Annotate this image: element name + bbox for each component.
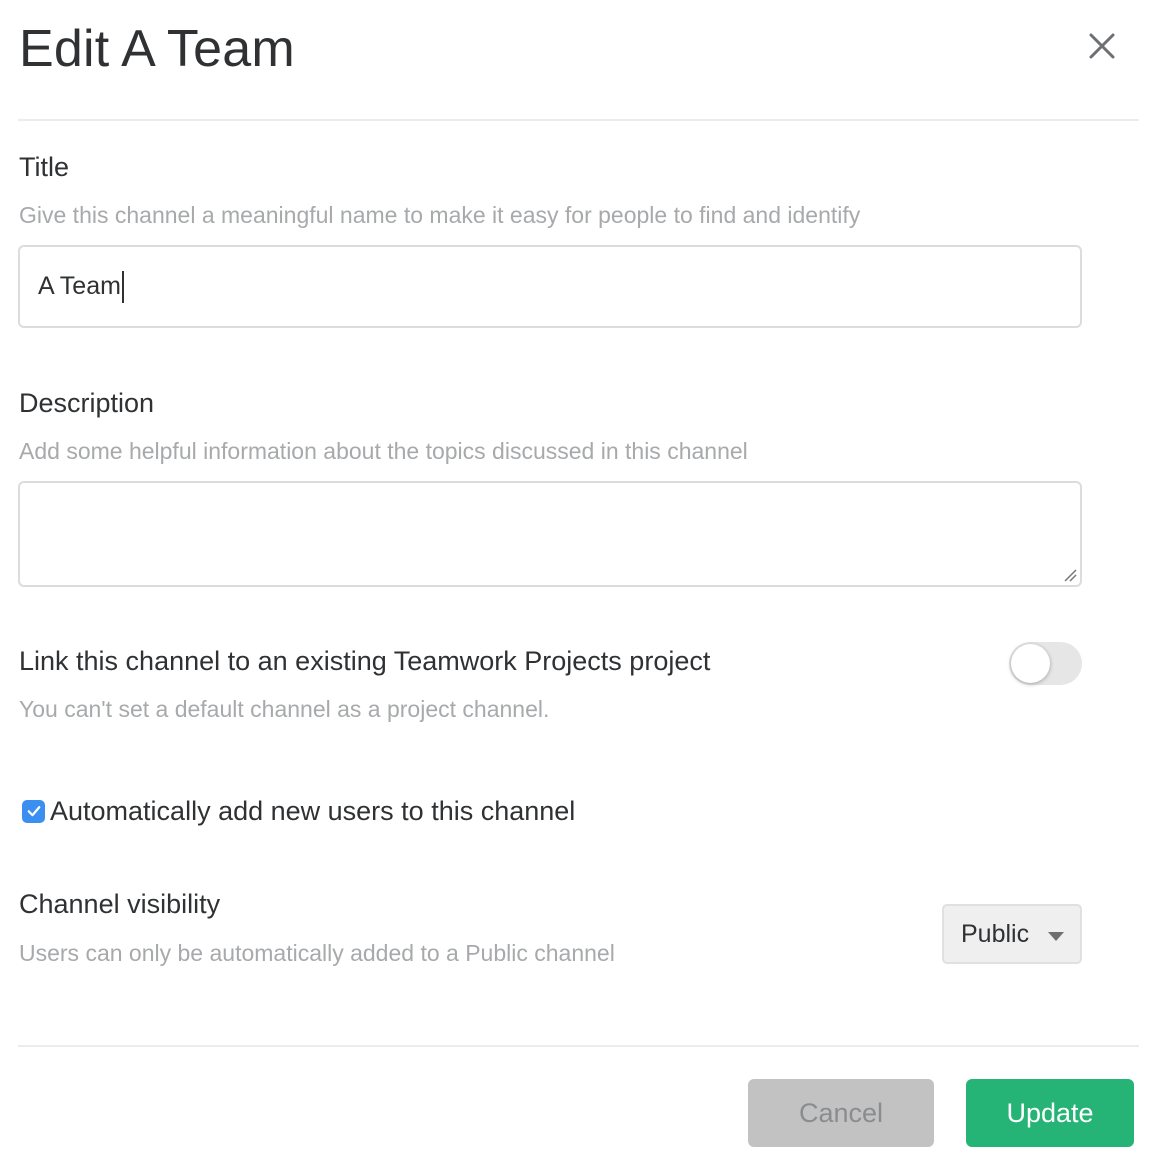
checkmark-icon: [27, 806, 40, 817]
auto-add-label: Automatically add new users to this chan…: [50, 796, 576, 826]
cancel-button[interactable]: Cancel: [748, 1079, 934, 1147]
title-help-text: Give this channel a meaningful name to m…: [19, 202, 861, 228]
description-textarea[interactable]: [18, 481, 1082, 587]
text-caret: [121, 270, 124, 303]
close-icon: [1082, 26, 1122, 66]
project-link-label: Link this channel to an existing Teamwor…: [19, 646, 711, 676]
chevron-down-icon: [1048, 932, 1064, 941]
visibility-label: Channel visibility: [19, 889, 221, 919]
project-link-toggle[interactable]: [1009, 642, 1082, 685]
title-label: Title: [19, 152, 70, 182]
close-button[interactable]: [1082, 26, 1122, 66]
footer-divider: [18, 1045, 1139, 1047]
resize-handle-icon[interactable]: [1063, 568, 1077, 582]
description-help-text: Add some helpful information about the t…: [19, 438, 748, 464]
dialog-title: Edit A Team: [19, 20, 295, 78]
update-button[interactable]: Update: [966, 1079, 1134, 1147]
project-link-help-text: You can't set a default channel as a pro…: [19, 696, 550, 722]
title-input-value: A Team: [38, 272, 121, 300]
visibility-help-text: Users can only be automatically added to…: [19, 940, 615, 966]
auto-add-checkbox[interactable]: [22, 799, 45, 823]
auto-add-row: Automatically add new users to this chan…: [22, 794, 575, 828]
toggle-knob: [1011, 644, 1050, 683]
description-label: Description: [19, 388, 155, 418]
header-divider: [18, 119, 1139, 121]
title-input[interactable]: A Team: [18, 245, 1082, 328]
edit-team-dialog: Edit A Team Title Give this channel a me…: [0, 0, 1156, 1168]
visibility-select-value: Public: [961, 919, 1030, 948]
visibility-select[interactable]: Public: [942, 904, 1082, 964]
